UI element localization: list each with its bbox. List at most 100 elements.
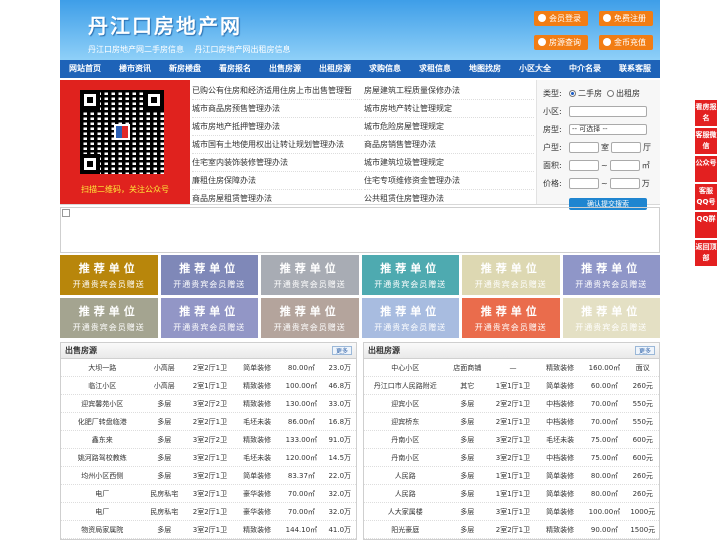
table-row[interactable]: 迎宾馨苑小区 多层 3室2厅2卫 精致装修 130.00㎡ 33.0万 <box>61 395 356 413</box>
area-min-input[interactable] <box>569 159 599 171</box>
nav-wanted-buy[interactable]: 求购信息 <box>360 60 410 78</box>
ad-tile[interactable]: 推荐单位 开通贵宾会员赠送 <box>160 298 258 338</box>
nav-contact[interactable]: 联系客服 <box>610 60 660 78</box>
register-button[interactable]: 免费注册 <box>599 11 653 26</box>
notice-item[interactable]: 商品房销售管理办法 <box>364 136 534 154</box>
table-cell: 人民路 <box>394 472 416 480</box>
notice-item[interactable]: 房屋建筑工程质量保修办法 <box>364 82 534 100</box>
notice-item[interactable]: 城市国有土地使用权出让转让规划管理办法 <box>192 136 362 154</box>
notice-item[interactable]: 城市建筑垃圾管理规定 <box>364 154 534 172</box>
table-row[interactable]: 化肥厂转盘临港 多层 2室2厅1卫 毛坯未装 86.00㎡ 16.8万 <box>61 413 356 431</box>
ad-tile[interactable]: 推荐单位 开通贵宾会员赠送 <box>261 255 359 295</box>
sale-more-button[interactable]: 更多 <box>331 346 352 355</box>
ad-tile[interactable]: 推荐单位 开通贵宾会员赠送 <box>462 298 560 338</box>
notice-item[interactable]: 城市商品房预售管理办法 <box>192 100 362 118</box>
table-row[interactable]: 临江小区 小高层 2室1厅1卫 精致装修 100.00㎡ 46.8万 <box>61 377 356 395</box>
notice-item[interactable]: 城市房地产转让管理规定 <box>364 100 534 118</box>
table-row[interactable]: 电厂 民房私宅 3室2厅1卫 豪华装修 70.00㎡ 32.0万 <box>61 485 356 503</box>
table-cell: 多层 <box>460 436 475 444</box>
listing-search-button[interactable]: 房源查询 <box>534 35 588 50</box>
table-row[interactable]: 丹南小区 多层 3室2厅1卫 毛坯未装 75.00㎡ 600元 <box>364 431 659 449</box>
table-row[interactable]: 中心小区 店面商铺 — 精致装修 160.00㎡ 面议 <box>364 359 659 377</box>
table-row[interactable]: 阳光豪庭 多层 2室2厅1卫 精致装修 90.00㎡ 1500元 <box>364 521 659 539</box>
listing-panels: 出售房源 更多 大坝一路 小高层 2室2厅1卫 简单装修 80.00㎡ 23.0万 临江小区… <box>60 342 660 540</box>
banner-image[interactable] <box>60 207 660 253</box>
side-back-to-top[interactable]: 返回顶部 <box>695 240 717 266</box>
site-title[interactable]: 丹江口房地产网 <box>88 10 242 39</box>
table-row[interactable]: 均州小区西侧 多层 3室2厅1卫 简单装修 83.37㎡ 22.0万 <box>61 467 356 485</box>
community-row: 小区: <box>543 102 654 120</box>
room-select[interactable]: -- 可选择 -- <box>569 123 647 135</box>
ad-tile[interactable]: 推荐单位 开通贵宾会员赠送 <box>60 298 158 338</box>
nav-map[interactable]: 地图找房 <box>460 60 510 78</box>
area-max-input[interactable] <box>609 159 640 171</box>
notice-item[interactable]: 住宅室内装饰装修管理办法 <box>192 154 362 172</box>
nav-wanted-rent[interactable]: 求租信息 <box>410 60 460 78</box>
nav-agents[interactable]: 中介名录 <box>560 60 610 78</box>
table-cell: 迎宾小区 <box>391 400 420 408</box>
nav-communities[interactable]: 小区大全 <box>510 60 560 78</box>
ad-tile[interactable]: 推荐单位 开通贵宾会员赠送 <box>562 255 660 295</box>
nav-home[interactable]: 网站首页 <box>60 60 110 78</box>
ad-tile[interactable]: 推荐单位 开通贵宾会员赠送 <box>261 298 359 338</box>
table-cell: 丹江口市人民路附近 <box>373 382 437 390</box>
nav-viewing-signup[interactable]: 看房报名 <box>210 60 260 78</box>
ad-title: 推荐单位 <box>78 305 139 318</box>
header-link-rental[interactable]: 丹江口房地产网出租房信息 <box>195 45 291 54</box>
recharge-button[interactable]: 金币充值 <box>599 35 653 50</box>
table-row[interactable]: 人大家属楼 多层 3室1厅1卫 简单装修 100.00㎡ 1000元 <box>364 503 659 521</box>
side-qq-group[interactable]: QQ群 <box>695 212 717 238</box>
table-row[interactable]: 迎宾桥东 多层 2室1厅1卫 中档装修 70.00㎡ 550元 <box>364 413 659 431</box>
ad-tile[interactable]: 推荐单位 开通贵宾会员赠送 <box>462 255 560 295</box>
table-cell: 多层 <box>460 418 475 426</box>
table-row[interactable]: 丹南小区 多层 3室2厅1卫 中档装修 75.00㎡ 600元 <box>364 449 659 467</box>
table-row[interactable]: 丹江口市人民路附近 其它 1室1厅1卫 简单装修 60.00㎡ 260元 <box>364 377 659 395</box>
notice-item[interactable]: 城市房地产抵押管理办法 <box>192 118 362 136</box>
side-viewing-signup[interactable]: 看房报名 <box>695 100 717 126</box>
ad-subtitle: 开通贵宾会员赠送 <box>575 323 648 332</box>
table-cell: 多层 <box>157 436 172 444</box>
ad-tile[interactable]: 推荐单位 开通贵宾会员赠送 <box>160 255 258 295</box>
community-input[interactable] <box>569 105 647 117</box>
qr-finder <box>80 154 100 174</box>
notice-item[interactable]: 廉租住房保障办法 <box>192 172 362 190</box>
room-label: 房型: <box>543 124 562 134</box>
nav-new-homes[interactable]: 新房楼盘 <box>160 60 210 78</box>
notice-item[interactable]: 商品房屋租赁管理办法 <box>192 190 362 208</box>
ad-tile[interactable]: 推荐单位 开通贵宾会员赠送 <box>361 255 459 295</box>
nav-for-rent[interactable]: 出租房源 <box>310 60 360 78</box>
side-qq[interactable]: 客服QQ号 <box>695 184 717 210</box>
ad-title: 推荐单位 <box>380 305 441 318</box>
ad-tile[interactable]: 推荐单位 开通贵宾会员赠送 <box>60 255 158 295</box>
table-row[interactable]: 人民路 多层 1室1厅1卫 简单装修 80.00㎡ 260元 <box>364 485 659 503</box>
table-row[interactable]: 电厂 民房私宅 2室2厅1卫 豪华装修 70.00㎡ 32.0万 <box>61 503 356 521</box>
table-row[interactable]: 鑫东来 多层 3室2厅2卫 精致装修 133.00㎡ 91.0万 <box>61 431 356 449</box>
table-row[interactable]: 迎宾小区 多层 2室2厅1卫 中档装修 70.00㎡ 550元 <box>364 395 659 413</box>
ad-tile[interactable]: 推荐单位 开通贵宾会员赠送 <box>562 298 660 338</box>
nav-for-sale[interactable]: 出售房源 <box>260 60 310 78</box>
table-row[interactable]: 姚河路驾校教练 多层 3室2厅1卫 毛坯未装 120.00㎡ 14.5万 <box>61 449 356 467</box>
side-wechat[interactable]: 客服微信 <box>695 128 717 154</box>
login-button[interactable]: 会员登录 <box>534 11 588 26</box>
table-row[interactable]: 物资局家属院 多层 3室2厅1卫 精致装修 144.10㎡ 41.0万 <box>61 521 356 539</box>
ad-tile[interactable]: 推荐单位 开通贵宾会员赠送 <box>361 298 459 338</box>
notice-item[interactable]: 已购公有住房和经济适用住房上市出售管理暂 <box>192 82 362 100</box>
side-official-account[interactable]: 公众号 <box>695 156 717 182</box>
notice-item[interactable]: 城市危险房屋管理规定 <box>364 118 534 136</box>
livingroom-select[interactable] <box>611 141 641 153</box>
table-row[interactable]: 人民路 多层 1室1厅1卫 简单装修 80.00㎡ 260元 <box>364 467 659 485</box>
price-min-input[interactable] <box>569 177 599 189</box>
radio-rental[interactable] <box>607 89 614 97</box>
price-max-input[interactable] <box>609 177 640 189</box>
ad-title: 推荐单位 <box>78 262 139 275</box>
notice-item[interactable]: 住宅专项维修资金管理办法 <box>364 172 534 190</box>
rent-more-button[interactable]: 更多 <box>634 346 655 355</box>
notice-item[interactable]: 公共租赁住房管理办法 <box>364 190 534 208</box>
type-row: 类型: 二手房 出租房 <box>543 84 654 102</box>
table-row[interactable]: 大坝一路 小高层 2室2厅1卫 简单装修 80.00㎡ 23.0万 <box>61 359 356 377</box>
table-cell: 91.0万 <box>328 436 352 444</box>
header-link-secondhand[interactable]: 丹江口房地产网二手房信息 <box>88 45 184 54</box>
radio-secondhand[interactable] <box>569 89 576 97</box>
nav-news[interactable]: 楼市资讯 <box>110 60 160 78</box>
bedroom-select[interactable] <box>569 141 599 153</box>
